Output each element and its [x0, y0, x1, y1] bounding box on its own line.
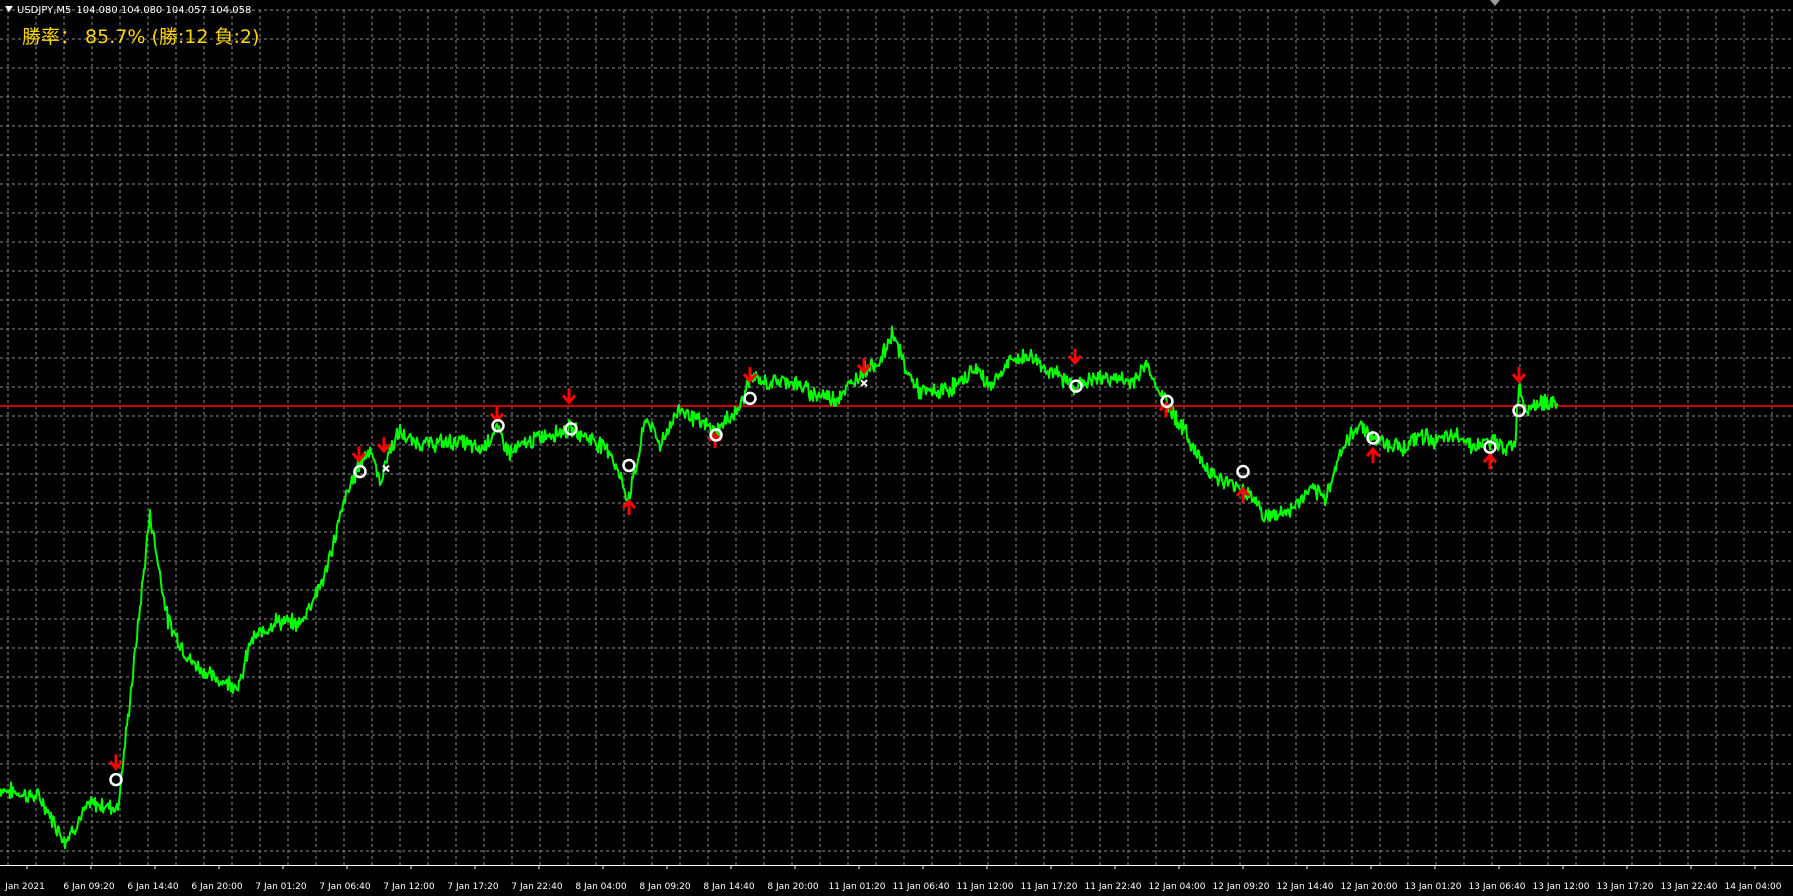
x-tick-label: 13 Jan 22:40 — [1661, 882, 1718, 892]
x-tick-label: 7 Jan 17:20 — [447, 882, 499, 892]
x-tick-label: 8 Jan 14:40 — [703, 882, 755, 892]
sell-arrow-icon — [1067, 348, 1083, 366]
chart-menu-triangle-icon[interactable] — [5, 6, 13, 12]
sell-arrow-icon — [376, 437, 392, 454]
symbol-label: USDJPY,M5 — [17, 5, 72, 16]
x-tick-label: 13 Jan 01:20 — [1405, 882, 1462, 892]
x-tick-label: 7 Jan 22:40 — [511, 882, 563, 892]
x-tick-label: 8 Jan 09:20 — [639, 882, 691, 892]
price-chart[interactable]: Jan 2021 6 Jan 09:20 6 Jan 14:40 6 Jan 20:0… — [0, 0, 1793, 896]
x-tick-label: 14 Jan 04:00 — [1725, 882, 1782, 892]
x-tick-label: 6 Jan 20:00 — [191, 882, 243, 892]
x-tick-label: 8 Jan 20:00 — [767, 882, 819, 892]
x-tick-label: 11 Jan 12:00 — [957, 882, 1014, 892]
loss-cross-marker — [860, 379, 868, 387]
sell-arrow-icon — [489, 406, 505, 424]
x-tick-label: 7 Jan 01:20 — [255, 882, 307, 892]
x-tick-label: 6 Jan 14:40 — [127, 882, 179, 892]
sell-arrow-icon — [1511, 367, 1527, 384]
x-tick-label: 6 Jan 09:20 — [63, 882, 115, 892]
x-tick-label: Jan 2021 — [4, 882, 45, 892]
x-tick-label: 12 Jan 20:00 — [1341, 882, 1398, 892]
x-tick-label: 11 Jan 17:20 — [1021, 882, 1078, 892]
buy-arrow-icon — [1365, 446, 1381, 464]
win-circle-marker — [1236, 464, 1250, 479]
x-tick-label: 7 Jan 12:00 — [383, 882, 435, 892]
x-tick-label: 12 Jan 14:40 — [1277, 882, 1334, 892]
x-tick-label: 13 Jan 06:40 — [1469, 882, 1526, 892]
buy-arrow-icon — [1482, 452, 1498, 470]
x-tick-label: 8 Jan 04:00 — [575, 882, 627, 892]
x-tick-label: 11 Jan 22:40 — [1085, 882, 1142, 892]
chart-shift-marker-icon[interactable] — [1490, 0, 1500, 6]
time-axis: Jan 2021 6 Jan 09:20 6 Jan 14:40 6 Jan 20:0… — [4, 865, 1782, 892]
chart-title-bar[interactable]: USDJPY,M5 104.080 104.080 104.057 104.058 — [5, 3, 251, 19]
x-tick-label: 7 Jan 06:40 — [319, 882, 371, 892]
x-tick-label: 12 Jan 04:00 — [1149, 882, 1206, 892]
x-tick-label: 13 Jan 17:20 — [1597, 882, 1654, 892]
x-tick-label: 11 Jan 01:20 — [829, 882, 886, 892]
win-circle-marker — [743, 391, 757, 406]
x-tick-label: 11 Jan 06:40 — [893, 882, 950, 892]
sell-arrow-icon — [561, 388, 577, 405]
win-rate-label: 勝率： 85.7% (勝:12 負:2) — [22, 26, 260, 48]
ohlc-values: 104.080 104.080 104.057 104.058 — [76, 5, 252, 16]
x-tick-label: 13 Jan 12:00 — [1533, 882, 1590, 892]
chart-grid — [0, 9, 1793, 866]
win-circle-marker — [622, 458, 636, 473]
x-tick-label: 12 Jan 09:20 — [1213, 882, 1270, 892]
